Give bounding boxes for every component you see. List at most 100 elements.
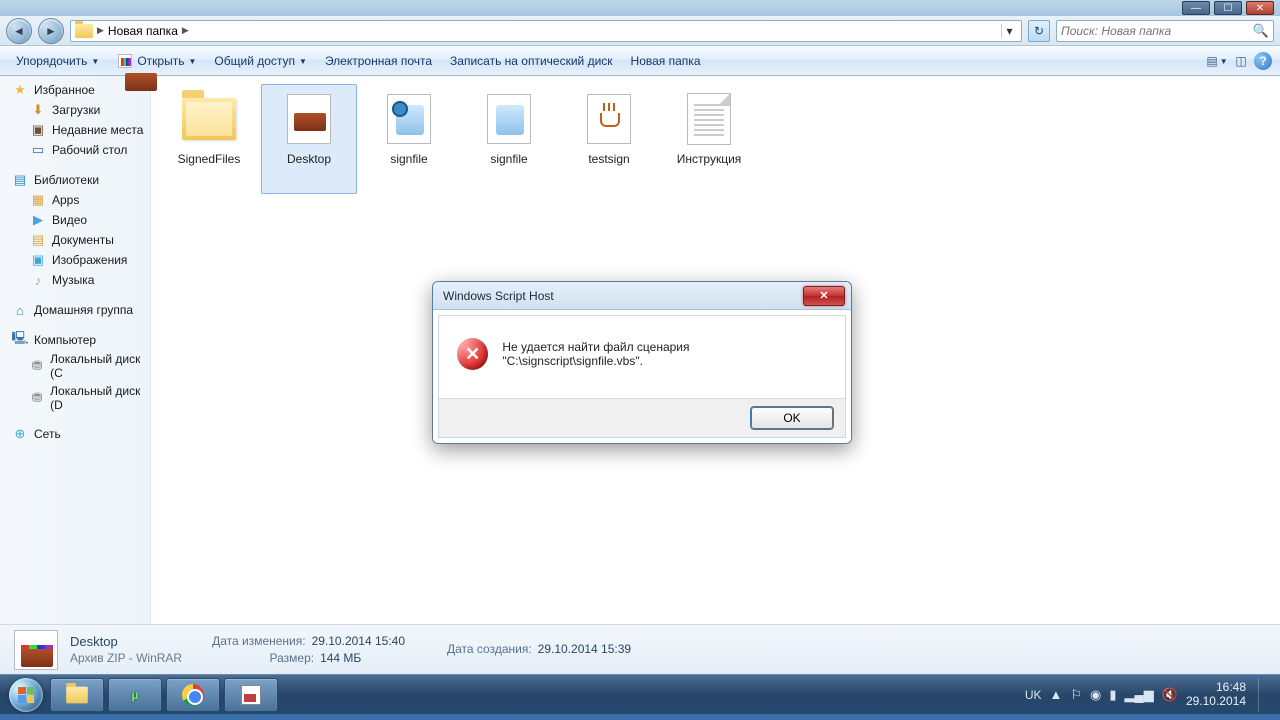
action-center-icon[interactable]: ⚐ <box>1070 687 1082 703</box>
sidebar-item-video[interactable]: ▶Видео <box>0 210 150 230</box>
taskbar-item-chrome[interactable] <box>166 678 220 712</box>
sidebar-item-libraries[interactable]: ▤Библиотеки <box>0 170 150 190</box>
error-dialog: Windows Script Host ✕ ✕ Не удается найти… <box>432 281 852 444</box>
tray-overflow-icon[interactable]: ▲ <box>1050 687 1063 702</box>
folder-icon <box>182 98 236 140</box>
taskbar-item-app[interactable] <box>224 678 278 712</box>
utorrent-icon: µ <box>132 688 139 702</box>
sidebar-item-recent[interactable]: ▣Недавние места <box>0 120 150 140</box>
star-icon: ★ <box>12 82 28 98</box>
volume-icon[interactable]: 🔇 <box>1162 687 1178 703</box>
image-icon: ▣ <box>30 252 46 268</box>
organize-button[interactable]: Упорядочить▼ <box>8 51 107 71</box>
minimize-button[interactable]: — <box>1182 1 1210 15</box>
sidebar-item-disk-d[interactable]: ⛃Локальный диск (D <box>0 382 150 414</box>
search-box[interactable]: 🔍 <box>1056 20 1274 42</box>
view-options-button[interactable]: ▤▼ <box>1206 51 1228 71</box>
file-item-script[interactable]: signfile <box>461 84 557 194</box>
details-created-label: Дата создания: <box>447 641 532 657</box>
refresh-button[interactable]: ↻ <box>1028 20 1050 42</box>
library-icon: ▤ <box>12 172 28 188</box>
sidebar-item-music[interactable]: ♪Музыка <box>0 270 150 290</box>
dialog-title: Windows Script Host <box>443 289 803 303</box>
preview-pane-button[interactable]: ◫ <box>1230 51 1252 71</box>
dialog-close-button[interactable]: ✕ <box>803 286 845 306</box>
search-icon: 🔍 <box>1253 23 1269 39</box>
file-label: signfile <box>490 153 527 167</box>
open-button[interactable]: Открыть▼ <box>109 51 204 71</box>
sidebar: ★Избранное ⬇Загрузки ▣Недавние места ▭Ра… <box>0 76 151 624</box>
file-label: SignedFiles <box>178 153 241 167</box>
file-label: testsign <box>588 153 629 167</box>
app-icon <box>241 685 261 705</box>
java-icon <box>587 94 631 144</box>
sidebar-item-documents[interactable]: ▤Документы <box>0 230 150 250</box>
taskbar-item-utorrent[interactable]: µ <box>108 678 162 712</box>
windows-orb-icon <box>9 678 43 712</box>
sidebar-item-apps[interactable]: ▦Apps <box>0 190 150 210</box>
file-label: Инструкция <box>677 153 742 167</box>
tray-language[interactable]: UK <box>1025 688 1042 702</box>
taskbar-item-explorer[interactable] <box>50 678 104 712</box>
ok-button[interactable]: OK <box>751 407 833 429</box>
file-item-java[interactable]: testsign <box>561 84 657 194</box>
details-pane: Desktop Архив ZIP - WinRAR Дата изменени… <box>0 624 1280 674</box>
open-icon <box>117 54 133 68</box>
folder-icon <box>66 686 88 703</box>
sidebar-item-network[interactable]: ⊕Сеть <box>0 424 150 444</box>
recent-icon: ▣ <box>30 122 46 138</box>
window-close-button[interactable]: ✕ <box>1246 1 1274 15</box>
document-icon: ▤ <box>30 232 46 248</box>
system-tray: UK ▲ ⚐ ◉ ▮ ▂▄▆ 🔇 16:48 29.10.2014 <box>1025 678 1274 712</box>
details-created-value: 29.10.2014 15:39 <box>538 641 631 657</box>
sidebar-item-homegroup[interactable]: ⌂Домашняя группа <box>0 300 150 320</box>
file-item-folder[interactable]: SignedFiles <box>161 84 257 194</box>
share-button[interactable]: Общий доступ▼ <box>206 51 315 71</box>
breadcrumb-sep-icon: ▶ <box>182 25 189 36</box>
start-button[interactable] <box>6 675 46 715</box>
script-icon <box>487 94 531 144</box>
sidebar-item-computer[interactable]: 🖳Компьютер <box>0 330 150 350</box>
dialog-message: Не удается найти файл сценария "C:\signs… <box>502 340 827 368</box>
desktop-icon: ▭ <box>30 142 46 158</box>
tray-time: 16:48 <box>1186 681 1246 695</box>
show-desktop-button[interactable] <box>1258 678 1268 712</box>
search-input[interactable] <box>1061 24 1253 38</box>
file-label: signfile <box>390 153 427 167</box>
details-type: Архив ZIP - WinRAR <box>70 650 182 666</box>
new-folder-button[interactable]: Новая папка <box>623 51 709 71</box>
apps-icon: ▦ <box>30 192 46 208</box>
battery-icon[interactable]: ▮ <box>1109 687 1116 703</box>
video-icon: ▶ <box>30 212 46 228</box>
disk-icon: ⛃ <box>30 390 44 406</box>
sidebar-item-images[interactable]: ▣Изображения <box>0 250 150 270</box>
homegroup-icon: ⌂ <box>12 302 28 318</box>
file-item-archive[interactable]: Desktop <box>261 84 357 194</box>
sidebar-item-downloads[interactable]: ⬇Загрузки <box>0 100 150 120</box>
sidebar-item-disk-c[interactable]: ⛃Локальный диск (C <box>0 350 150 382</box>
details-size-value: 144 МБ <box>320 650 361 666</box>
computer-icon: 🖳 <box>12 332 28 348</box>
breadcrumb[interactable]: ▶ Новая папка ▶ ▾ <box>70 20 1022 42</box>
nav-back-button[interactable]: ◄ <box>6 18 32 44</box>
sidebar-item-desktop[interactable]: ▭Рабочий стол <box>0 140 150 160</box>
script-icon <box>387 94 431 144</box>
music-icon: ♪ <box>30 272 46 288</box>
details-name: Desktop <box>70 633 182 651</box>
folder-icon <box>75 24 93 38</box>
network-status-icon[interactable]: ◉ <box>1090 687 1101 703</box>
help-button[interactable]: ? <box>1254 52 1272 70</box>
breadcrumb-current[interactable]: Новая папка <box>108 24 178 38</box>
breadcrumb-sep-icon: ▶ <box>97 25 104 36</box>
file-item-text[interactable]: Инструкция <box>661 84 757 194</box>
breadcrumb-dropdown-icon[interactable]: ▾ <box>1001 24 1017 38</box>
burn-button[interactable]: Записать на оптический диск <box>442 51 621 71</box>
details-mod-label: Дата изменения: <box>212 633 306 649</box>
maximize-button[interactable]: ☐ <box>1214 1 1242 15</box>
tray-clock[interactable]: 16:48 29.10.2014 <box>1186 681 1246 709</box>
nav-forward-button[interactable]: ► <box>38 18 64 44</box>
email-button[interactable]: Электронная почта <box>317 51 440 71</box>
file-item-script[interactable]: signfile <box>361 84 457 194</box>
text-icon <box>687 93 731 145</box>
wifi-icon[interactable]: ▂▄▆ <box>1125 687 1154 703</box>
